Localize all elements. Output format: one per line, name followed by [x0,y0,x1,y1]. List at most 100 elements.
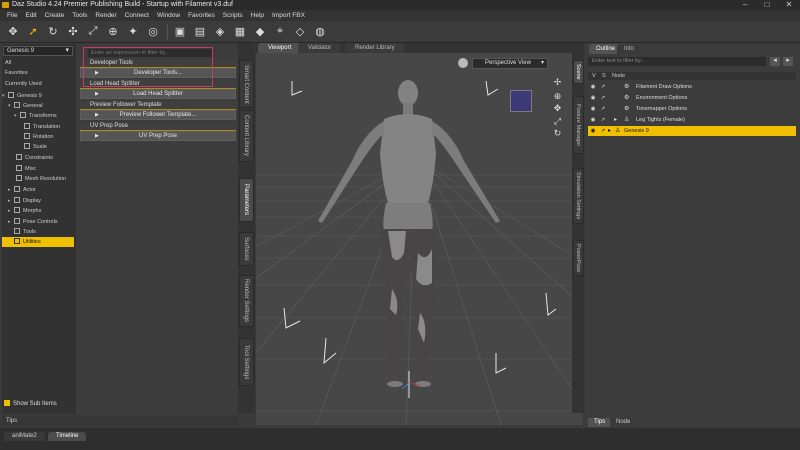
scene-filter-input[interactable]: Enter text to filter by... [588,57,766,66]
tab-viewport[interactable]: Viewport [258,43,302,53]
render-settings-tool-icon[interactable]: ▤ [191,23,209,41]
tab-timeline[interactable]: Timeline [48,432,87,441]
chevron-right-icon[interactable]: ▸ [614,115,617,125]
menu-file[interactable]: File [3,10,21,21]
scene-node-row[interactable]: ◉ ➚ ▸ ♙ Leg Tights (Female) [588,115,796,125]
tab-tips-right[interactable]: Tips [588,418,612,427]
tree-item-utilities[interactable]: Utilities [2,237,74,247]
column-node[interactable]: Node [612,72,625,80]
node-tool-icon[interactable]: ⊕ [104,23,122,41]
minimize-icon[interactable]: – [734,0,756,10]
tree-item-rotation[interactable]: Rotation [2,132,76,142]
scene-node-row-selected[interactable]: ◉ ➚ ▸ ♙ Genesis 9 [588,126,796,136]
tab-render-settings[interactable]: Render Settings [239,275,254,327]
load-head-splitter-button[interactable]: ▶ Load Head Splitter [80,89,236,99]
arrow-left-icon[interactable]: ◂ [770,57,780,66]
tab-posture-manager[interactable]: Posture Manager [573,96,584,154]
tips-tab[interactable]: Tips [3,416,237,426]
tree-item-morphs[interactable]: ▸ Morphs [2,206,76,216]
preview-tool-icon[interactable]: ▦ [231,23,249,41]
camera-tool-icon[interactable]: ◎ [144,23,162,41]
3d-viewport[interactable] [256,53,583,425]
tab-content-library[interactable]: Content Library [239,110,254,162]
tab-validator[interactable]: Validator [298,43,342,53]
tree-item-favorites[interactable]: Favorites [2,68,76,78]
tab-node[interactable]: Node [610,418,637,427]
translate-tool-icon[interactable]: ✣ [64,23,82,41]
scope-select[interactable]: Genesis 9 [3,46,73,56]
menu-render[interactable]: Render [91,10,120,21]
menu-scripts[interactable]: Scripts [219,10,247,21]
render-tool-icon[interactable]: ▣ [171,23,189,41]
show-sub-items-checkbox[interactable]: Show Sub Items [4,400,57,407]
menu-window[interactable]: Window [153,10,184,21]
menu-edit[interactable]: Edit [21,10,40,21]
eye-icon[interactable]: ◉ [588,104,598,114]
tab-info[interactable]: Info [617,44,642,54]
eye-icon[interactable]: ◉ [588,82,598,92]
tab-parameters[interactable]: Parameters [239,178,254,222]
tree-item-pose-controls[interactable]: ▸ Pose Controls [2,217,76,227]
arrow-right-icon[interactable]: ▸ [783,57,793,66]
viewport-options-icon[interactable] [458,58,468,68]
tab-render-library[interactable]: Render Library [345,43,405,53]
menu-favorites[interactable]: Favorites [184,10,219,21]
menu-tools[interactable]: Tools [68,10,91,21]
tree-item-misc[interactable]: Misc [2,164,76,174]
scale-tool-icon[interactable]: ⤢ [84,23,102,41]
surface-tool-icon[interactable]: ◍ [311,23,329,41]
pointer-icon[interactable]: ➚ [598,104,608,114]
tab-powerpose[interactable]: PowerPose [573,240,584,276]
eye-icon[interactable]: ◉ [588,115,598,125]
reset-view-icon[interactable]: ↻ [553,129,562,138]
pointer-icon[interactable]: ➚ [598,115,608,125]
chevron-right-icon[interactable]: ▸ [608,126,611,136]
rotate-view-icon[interactable]: ⊕ [553,92,562,101]
tree-item-transforms[interactable]: ▾ Transforms [2,111,76,121]
group-preview-follower-template[interactable]: Preview Follower Template [80,101,236,110]
scene-node-row[interactable]: ◉ ➚ ⚙ Tonemapper Options [588,104,796,114]
tree-item-general[interactable]: ▾ General [2,101,76,111]
pointer-icon[interactable]: ➚ [598,93,608,103]
orbit-icon[interactable]: ✢ [553,78,562,87]
tab-scene[interactable]: Scene [573,60,584,84]
pose-tool-icon[interactable]: ✦ [124,23,142,41]
tree-item-currently-used[interactable]: Currently Used [2,79,76,89]
zoom-view-icon[interactable]: ⤢ [553,117,562,126]
tree-item-display[interactable]: ▸ Display [2,196,76,206]
perspective-view-select[interactable]: Perspective View [472,58,548,69]
uv-prep-pose-button[interactable]: ▶ UV Prep Pose [80,131,236,141]
group-uv-prep-pose[interactable]: UV Prep Pose [80,122,236,131]
universal-tool-icon[interactable]: ✥ [4,23,22,41]
eye-icon[interactable]: ◉ [588,93,598,103]
menu-help[interactable]: Help [247,10,268,21]
tree-item-translation[interactable]: Translation [2,122,76,132]
tree-item-all[interactable]: All [2,58,76,68]
rotate-tool-icon[interactable]: ↻ [44,23,62,41]
close-icon[interactable]: ✕ [778,0,800,10]
tree-item-constraints[interactable]: Constraints [2,153,76,163]
joint-tool-icon[interactable]: ⌖ [271,23,289,41]
column-visible[interactable]: V [592,72,596,80]
tab-tool-settings[interactable]: Tool Settings [239,338,254,386]
maximize-icon[interactable]: □ [756,0,778,10]
eye-icon[interactable]: ◉ [588,126,598,136]
tree-item-tools[interactable]: Tools [2,227,76,237]
spot-render-tool-icon[interactable]: ◈ [211,23,229,41]
tab-animate2[interactable]: aniMate2 [4,432,45,441]
menu-import-fbx[interactable]: Import FBX [268,10,309,21]
tab-surfaces[interactable]: Surfaces [239,232,254,266]
column-selectable[interactable]: S [602,72,606,80]
tree-item-genesis9[interactable]: ▾ Genesis 9 [2,91,76,101]
preview-follower-template-button[interactable]: ▶ Preview Follower Template... [80,110,236,120]
pan-view-icon[interactable]: ✥ [553,104,562,113]
tree-item-actor[interactable]: ▸ Actor [2,185,76,195]
tab-simulation-settings[interactable]: Simulation Settings [573,168,584,224]
pointer-icon[interactable]: ➚ [598,82,608,92]
tree-item-scale[interactable]: Scale [2,142,76,152]
morph-tool-icon[interactable]: ◆ [251,23,269,41]
scene-node-row[interactable]: ◉ ➚ ⚙ Filament Draw Options [588,82,796,92]
tree-item-mesh-resolution[interactable]: Mesh Resolution [2,174,76,184]
view-cube[interactable] [510,90,532,112]
pointer-icon[interactable]: ➚ [598,126,608,136]
